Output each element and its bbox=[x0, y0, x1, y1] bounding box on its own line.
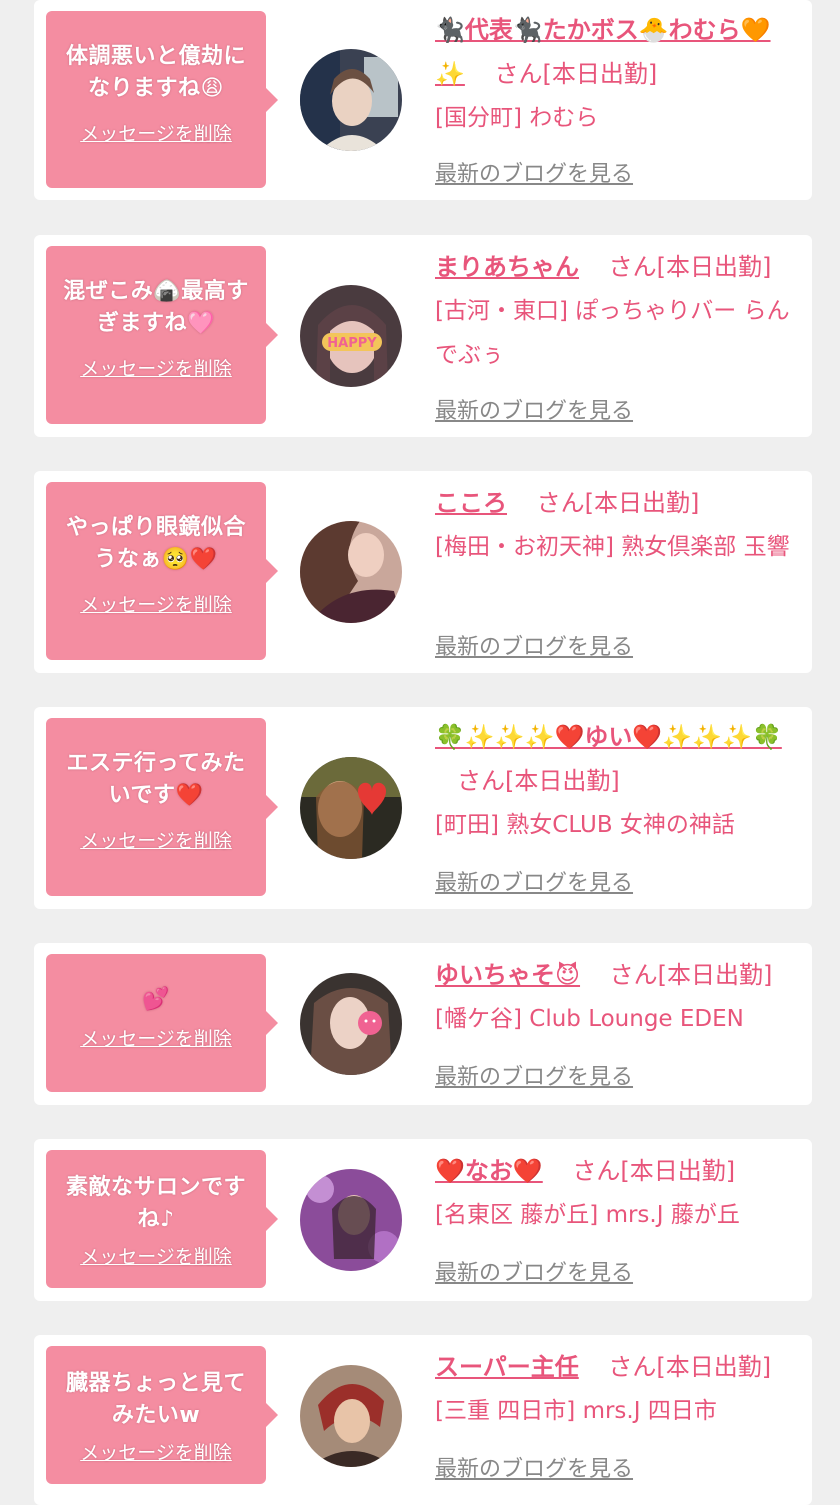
avatar[interactable] bbox=[300, 973, 402, 1075]
message-bubble: 混ぜこみ🍙最高すぎますね🩷 メッセージを削除 bbox=[46, 246, 278, 424]
message-card: やっぱり眼鏡似合うなぁ🥺❤️ メッセージを削除 こころ さん[本日出勤] [梅田… bbox=[34, 471, 812, 673]
message-bubble: やっぱり眼鏡似合うなぁ🥺❤️ メッセージを削除 bbox=[46, 482, 278, 660]
cast-info: 🐈‍⬛代表🐈‍⬛たかボス🐣わむら🧡✨ さん[本日出勤] [国分町] わむら 最新… bbox=[435, 8, 797, 187]
cast-name-link[interactable]: ゆいちゃそ😈 bbox=[435, 961, 580, 989]
attendance-status: さん[本日出勤] bbox=[609, 961, 773, 989]
blog-link[interactable]: 最新のブログを見る bbox=[435, 1059, 633, 1091]
attendance-status: さん[本日出勤] bbox=[608, 253, 772, 281]
message-list: 体調悪いと億劫になりますね😩 メッセージを削除 🐈‍⬛代表🐈‍⬛たかボス🐣わむら… bbox=[0, 0, 840, 1505]
shop-name: [古河・東口] ぽっちゃりバー らんでぶぅ bbox=[435, 298, 790, 368]
message-card: エステ行ってみたいです❤️ メッセージを削除 🍀✨✨✨❤️ゆい❤️✨✨✨🍀 さん… bbox=[34, 707, 812, 909]
shop-name: [梅田・お初天神] 熟女倶楽部 玉響 bbox=[435, 534, 790, 560]
message-bubble: 素敵なサロンですね♪ メッセージを削除 bbox=[46, 1150, 278, 1288]
avatar[interactable] bbox=[300, 757, 402, 859]
message-text: エステ行ってみたいです❤️ bbox=[66, 751, 246, 808]
attendance-status: さん[本日出勤] bbox=[572, 1157, 736, 1185]
delete-message-link[interactable]: メッセージを削除 bbox=[80, 1024, 232, 1051]
attendance-status: さん[本日出勤] bbox=[494, 60, 658, 88]
attendance-status: さん[本日出勤] bbox=[536, 489, 700, 517]
delete-message-link[interactable]: メッセージを削除 bbox=[80, 1242, 232, 1269]
message-text: 💕 bbox=[142, 987, 170, 1012]
cast-info: 🍀✨✨✨❤️ゆい❤️✨✨✨🍀 さん[本日出勤] [町田] 熟女CLUB 女神の神… bbox=[435, 715, 797, 896]
message-text: やっぱり眼鏡似合うなぁ🥺❤️ bbox=[65, 515, 246, 572]
cast-name-link[interactable]: 🍀✨✨✨❤️ゆい❤️✨✨✨🍀 bbox=[435, 723, 782, 751]
cast-name-link[interactable]: こころ bbox=[435, 489, 507, 517]
avatar[interactable] bbox=[300, 521, 402, 623]
attendance-status: さん[本日出勤] bbox=[608, 1353, 772, 1381]
message-card: 💕 メッセージを削除 ゆいちゃそ😈 さん[本日出勤] [幡ケ谷] Club Lo… bbox=[34, 943, 812, 1105]
message-bubble: 臓器ちょっと見てみたいw メッセージを削除 bbox=[46, 1346, 278, 1484]
blog-link[interactable]: 最新のブログを見る bbox=[435, 865, 633, 897]
attendance-status: さん[本日出勤] bbox=[457, 767, 620, 795]
cast-name-link[interactable]: スーパー主任 bbox=[435, 1353, 579, 1381]
shop-name: [名東区 藤が丘] mrs.J 藤が丘 bbox=[435, 1202, 740, 1228]
cast-info: ゆいちゃそ😈 さん[本日出勤] [幡ケ谷] Club Lounge EDEN 最… bbox=[435, 953, 797, 1090]
delete-message-link[interactable]: メッセージを削除 bbox=[80, 826, 232, 853]
delete-message-link[interactable]: メッセージを削除 bbox=[80, 590, 232, 617]
blog-link[interactable]: 最新のブログを見る bbox=[435, 393, 633, 425]
avatar[interactable] bbox=[300, 1365, 402, 1467]
message-card: 臓器ちょっと見てみたいw メッセージを削除 スーパー主任 さん[本日出勤] [三… bbox=[34, 1335, 812, 1505]
delete-message-link[interactable]: メッセージを削除 bbox=[80, 354, 232, 381]
shop-name: [三重 四日市] mrs.J 四日市 bbox=[435, 1398, 717, 1424]
message-card: 混ぜこみ🍙最高すぎますね🩷 メッセージを削除 HAPPY まりあちゃん さん[本… bbox=[34, 235, 812, 437]
avatar[interactable] bbox=[300, 1169, 402, 1271]
cast-info: ❤️なお❤️ さん[本日出勤] [名東区 藤が丘] mrs.J 藤が丘 最新のブ… bbox=[435, 1149, 797, 1286]
cast-info: こころ さん[本日出勤] [梅田・お初天神] 熟女倶楽部 玉響 最新のブログを見… bbox=[435, 481, 797, 660]
cast-info: スーパー主任 さん[本日出勤] [三重 四日市] mrs.J 四日市 最新のブロ… bbox=[435, 1345, 797, 1482]
delete-message-link[interactable]: メッセージを削除 bbox=[80, 1438, 232, 1465]
blog-link[interactable]: 最新のブログを見る bbox=[435, 1255, 633, 1287]
cast-info: まりあちゃん さん[本日出勤] [古河・東口] ぽっちゃりバー らんでぶぅ 最新… bbox=[435, 245, 797, 424]
delete-message-link[interactable]: メッセージを削除 bbox=[80, 119, 232, 146]
blog-link[interactable]: 最新のブログを見る bbox=[435, 1451, 633, 1483]
message-bubble: 体調悪いと億劫になりますね😩 メッセージを削除 bbox=[46, 11, 278, 188]
message-text: 体調悪いと億劫になりますね😩 bbox=[65, 44, 246, 101]
message-text: 混ぜこみ🍙最高すぎますね🩷 bbox=[63, 279, 249, 336]
message-card: 体調悪いと億劫になりますね😩 メッセージを削除 🐈‍⬛代表🐈‍⬛たかボス🐣わむら… bbox=[34, 0, 812, 200]
message-card: 素敵なサロンですね♪ メッセージを削除 ❤️なお❤️ さん[本日出勤] [名東区… bbox=[34, 1139, 812, 1301]
shop-name: [幡ケ谷] Club Lounge EDEN bbox=[435, 1006, 744, 1032]
cast-name-link[interactable]: ❤️なお❤️ bbox=[435, 1157, 543, 1185]
shop-name: [国分町] わむら bbox=[435, 105, 599, 131]
message-text: 素敵なサロンですね♪ bbox=[65, 1175, 246, 1232]
message-text: 臓器ちょっと見てみたいw bbox=[65, 1371, 246, 1428]
shop-name: [町田] 熟女CLUB 女神の神話 bbox=[435, 812, 735, 838]
svg-text:HAPPY: HAPPY bbox=[327, 336, 377, 351]
avatar[interactable]: HAPPY bbox=[300, 285, 402, 387]
message-bubble: エステ行ってみたいです❤️ メッセージを削除 bbox=[46, 718, 278, 896]
avatar[interactable] bbox=[300, 49, 402, 151]
blog-link[interactable]: 最新のブログを見る bbox=[435, 629, 633, 661]
cast-name-link[interactable]: まりあちゃん bbox=[435, 253, 579, 281]
message-bubble: 💕 メッセージを削除 bbox=[46, 954, 278, 1092]
blog-link[interactable]: 最新のブログを見る bbox=[435, 156, 633, 188]
